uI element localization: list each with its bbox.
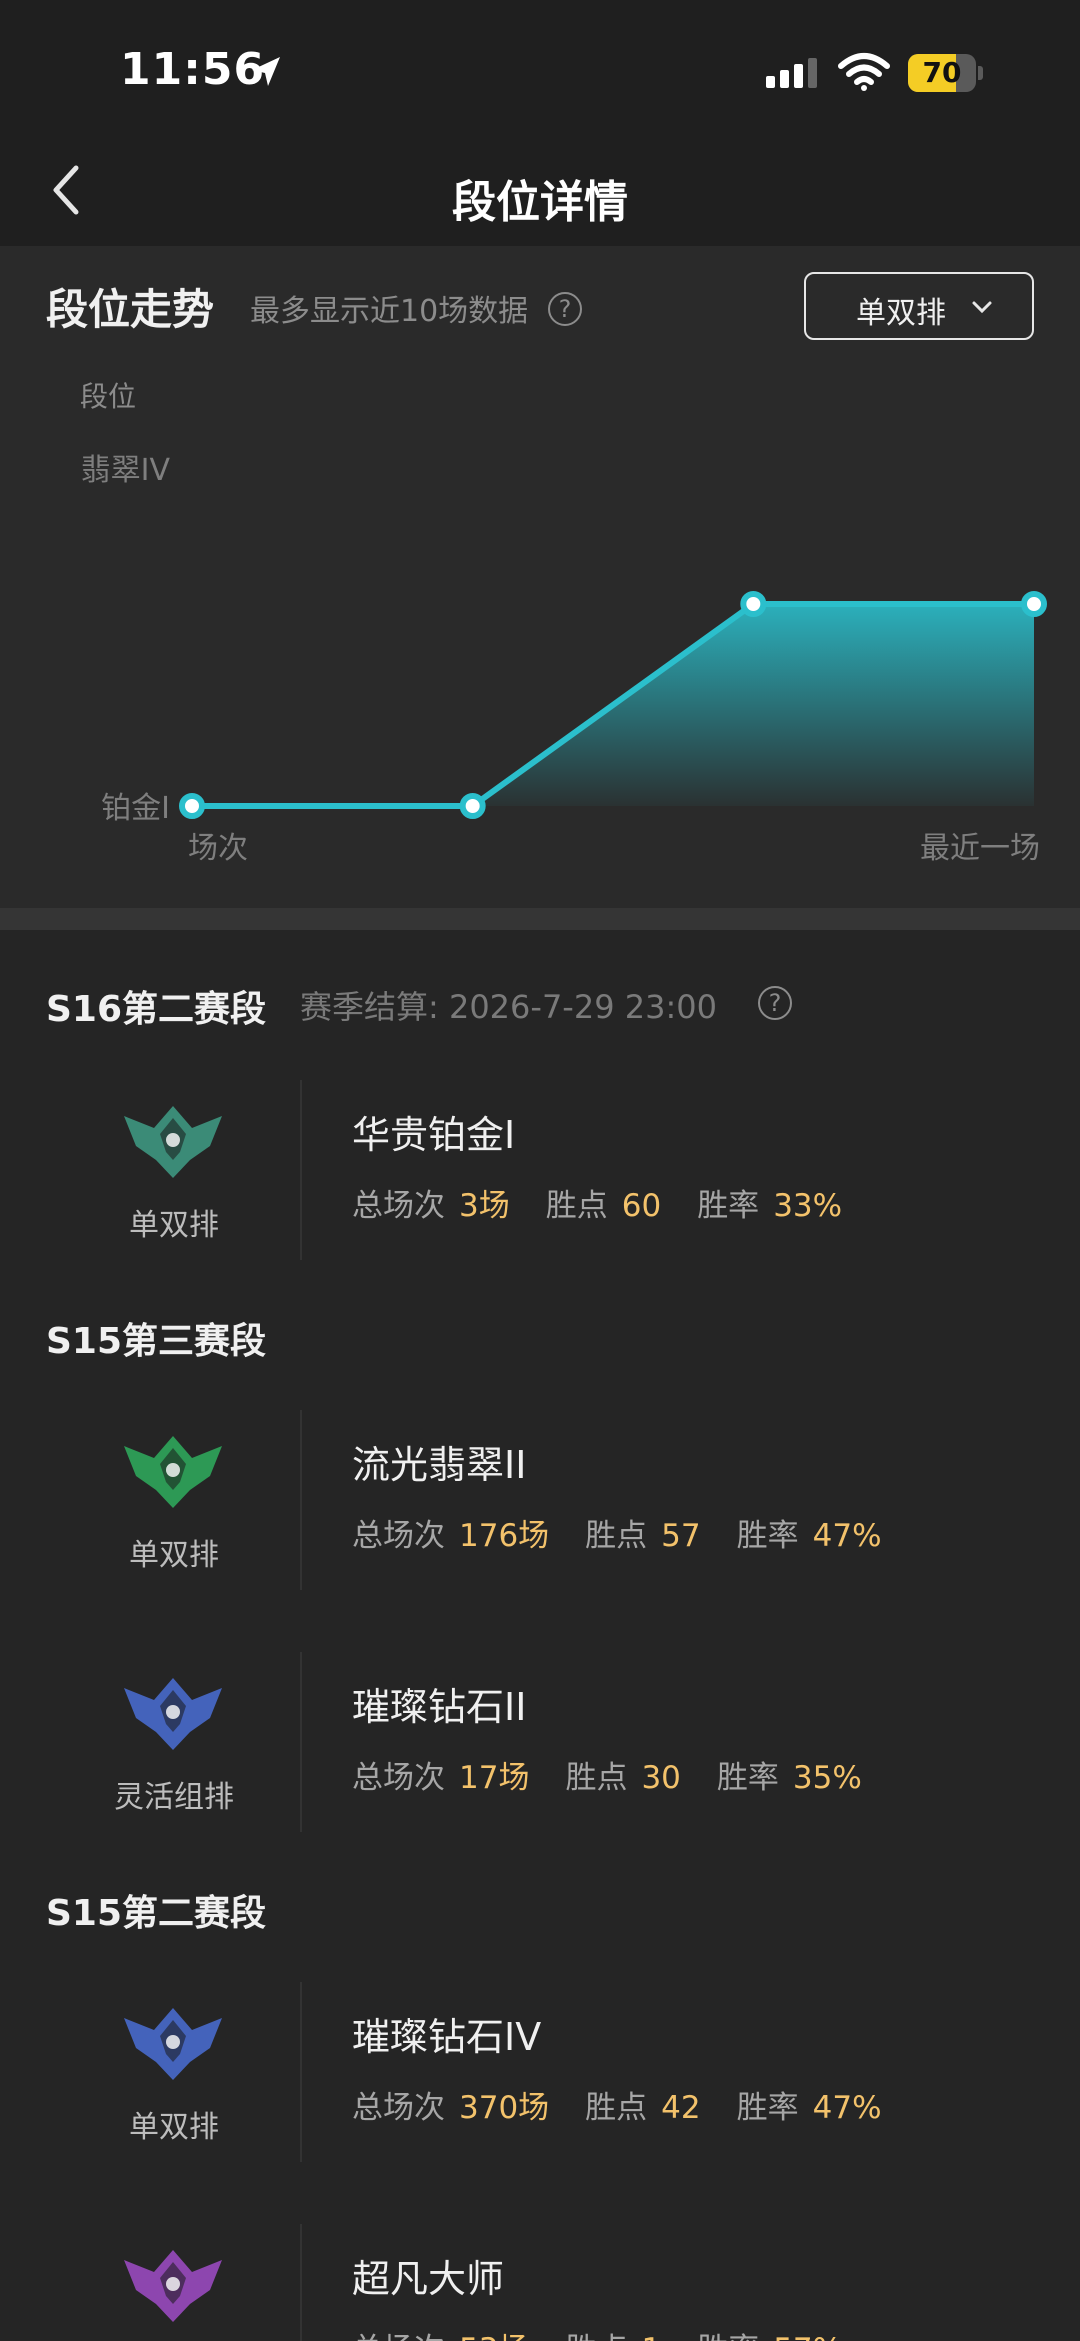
winrate-label: 胜率 [736, 1518, 799, 1554]
rank-emblem-icon [124, 1106, 222, 1178]
queue-type-label: 单双排 [129, 1538, 219, 1573]
rank-card[interactable]: 单双排 华贵铂金I 总场次 3场 胜点 60 胜率 33% [0, 1080, 1080, 1280]
rank-stats: 总场次 17场 胜点 30 胜率 35% [352, 1752, 898, 1797]
location-arrow-icon [252, 57, 280, 86]
wifi-icon [838, 53, 890, 91]
divider [300, 1652, 302, 1832]
status-time: 11:56 [120, 44, 266, 95]
rank-stats: 总场次 370场 胜点 42 胜率 47% [352, 2082, 918, 2127]
data-point [740, 591, 767, 617]
lp-label: 胜点 [585, 1518, 648, 1554]
status-bar: 11:56 70 [0, 0, 1080, 140]
lp-value: 57 [661, 1518, 701, 1554]
rank-name: 璀璨钻石II [352, 1685, 527, 1729]
games-value: 53场 [459, 2332, 529, 2341]
games-value: 17场 [459, 1760, 530, 1796]
rank-trend-section: 段位走势 最多显示近10场数据 ? 单双排 段位 铂金I 翡翠IV 场次 最近一场 [0, 246, 1080, 908]
winrate-value: 47% [812, 1518, 882, 1554]
lp-label: 胜点 [565, 1760, 628, 1796]
rank-card[interactable]: 单双排 璀璨钻石IV 总场次 370场 胜点 42 胜率 47% [0, 1982, 1080, 2182]
queue-type-label: 单双排 [129, 1208, 219, 1243]
games-label: 总场次 [352, 2332, 445, 2341]
cellular-signal-icon [766, 58, 817, 88]
winrate-value: 33% [773, 1188, 843, 1224]
section-divider [0, 908, 1080, 930]
divider [300, 1410, 302, 1590]
lp-label: 胜点 [585, 2090, 648, 2126]
rank-stats: 总场次 3场 胜点 60 胜率 33% [352, 1180, 878, 1225]
winrate-value: 47% [812, 2090, 882, 2126]
rank-stats: 总场次 176场 胜点 57 胜率 47% [352, 1510, 918, 1555]
games-value: 176场 [459, 1518, 550, 1554]
y-tick-label: 铂金I [101, 791, 170, 826]
rank-emblem-icon [124, 2008, 222, 2080]
data-point [459, 793, 486, 819]
winrate-label: 胜率 [716, 1760, 779, 1796]
lp-label: 胜点 [565, 2332, 627, 2341]
rank-emblem-icon [124, 2250, 222, 2322]
games-label: 总场次 [352, 1188, 445, 1224]
winrate-label: 胜率 [736, 2090, 799, 2126]
x-tick-label: 最近一场 [920, 831, 1040, 866]
battery-percent: 70 [922, 56, 962, 89]
queue-type-label: 单双排 [129, 2110, 219, 2145]
lp-value: 1 [641, 2332, 661, 2341]
page-title: 段位详情 [452, 177, 628, 228]
rank-name: 华贵铂金I [352, 1113, 516, 1157]
games-value: 3场 [459, 1188, 510, 1224]
games-label: 总场次 [352, 2090, 445, 2126]
season-settlement-note: 赛季结算: 2026-7-29 23:00 [300, 988, 717, 1026]
data-point [179, 793, 205, 819]
rank-card[interactable]: 单双排 流光翡翠II 总场次 176场 胜点 57 胜率 47% [0, 1410, 1080, 1610]
battery-indicator: 70 [908, 54, 983, 92]
nav-bar: 段位详情 [0, 140, 1080, 246]
y-tick-label: 翡翠IV [81, 453, 171, 488]
divider [300, 1080, 302, 1260]
winrate-label: 胜率 [697, 2332, 759, 2341]
divider [300, 1982, 302, 2162]
season-header: S16第二赛段 [46, 989, 267, 1030]
rank-emblem-icon [124, 1436, 222, 1508]
lp-value: 30 [641, 1760, 681, 1796]
battery-body: 70 [908, 54, 976, 92]
lp-value: 60 [621, 1188, 662, 1224]
battery-nub [978, 66, 983, 80]
rank-card[interactable]: 超凡大师 总场次 53场 胜点 1 胜率 57% [0, 2224, 1080, 2341]
queue-type-label: 灵活组排 [114, 1780, 234, 1815]
games-value: 370场 [459, 2090, 550, 2126]
rank-stats: 总场次 53场 胜点 1 胜率 57% [352, 2324, 878, 2341]
rank-name: 璀璨钻石IV [352, 2015, 542, 2059]
lp-value: 42 [661, 2090, 701, 2126]
season-header: S15第二赛段 [46, 1893, 267, 1934]
lp-label: 胜点 [545, 1188, 608, 1224]
games-label: 总场次 [352, 1518, 445, 1554]
rank-name: 超凡大师 [352, 2257, 505, 2301]
x-tick-label: 场次 [188, 831, 248, 866]
winrate-label: 胜率 [697, 1188, 760, 1224]
season-header: S15第三赛段 [46, 1321, 267, 1362]
data-point [1021, 591, 1047, 617]
rank-trend-chart: 段位 铂金I 翡翠IV 场次 最近一场 [80, 380, 1047, 866]
divider [300, 2224, 302, 2341]
rank-name: 流光翡翠II [352, 1443, 527, 1487]
help-icon[interactable]: ? [758, 986, 792, 1020]
winrate-value: 35% [792, 1760, 862, 1796]
rank-card[interactable]: 灵活组排 璀璨钻石II 总场次 17场 胜点 30 胜率 35% [0, 1652, 1080, 1852]
chart-y-axis-title: 段位 [80, 380, 136, 413]
winrate-value: 57% [773, 2332, 842, 2341]
games-label: 总场次 [352, 1760, 445, 1796]
rank-emblem-icon [124, 1678, 222, 1750]
